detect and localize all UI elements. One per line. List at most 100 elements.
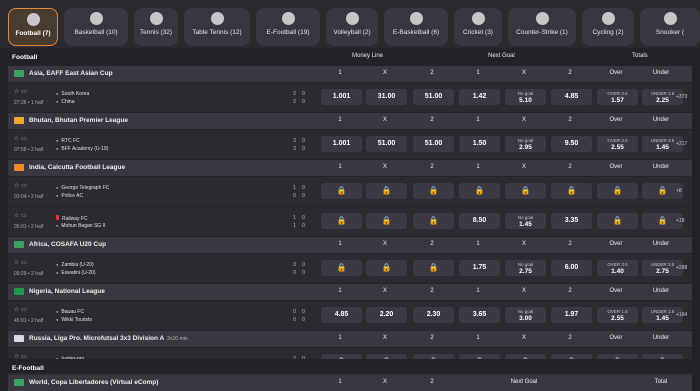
tab-soccer-ball[interactable]: Football (7) — [8, 8, 58, 46]
favorite-icon[interactable]: ☆ ▭ — [14, 212, 27, 219]
basketball-icon — [89, 12, 103, 25]
league-header[interactable]: Asia, EAFF East Asian Cup 1 X 2 1 X 2 Over Under — [8, 66, 692, 82]
column-label: 2 — [430, 379, 434, 385]
odd-button[interactable]: 9.50 — [551, 136, 592, 152]
odd-button[interactable]: OVER 3.5 1.57 — [597, 89, 638, 105]
locked-odd-button: 🔒 — [459, 183, 500, 199]
odd-button[interactable]: No goal 2.75 — [505, 260, 546, 276]
column-label: X — [382, 379, 387, 385]
league-header[interactable]: Nigeria, National League 1 X 2 1 X 2 Over Under — [8, 284, 692, 300]
more-markets-link[interactable]: +8 — [676, 188, 682, 194]
odd-button[interactable]: 1.001 — [321, 89, 362, 105]
match-row[interactable]: ☆ ▭ 09:29 • 2 half Zambia (U-20) Eswatini (… — [8, 254, 692, 283]
odd-button[interactable]: 1.001 — [321, 136, 362, 152]
league-header[interactable]: Bhutan, Bhutan Premier League 1 X 2 1 X 2 Over U… — [8, 113, 692, 129]
column-label: Total — [654, 379, 668, 385]
odd-button[interactable]: 51.00 — [413, 136, 454, 152]
efootball-section — [0, 359, 700, 373]
column-label: Over — [609, 335, 623, 341]
odd-button[interactable]: OVER 3.5 2.55 — [597, 136, 638, 152]
column-label: 1 — [476, 70, 480, 76]
league-name: Nigeria, National League — [29, 288, 105, 295]
favorite-icon[interactable]: ☆ ▭ — [14, 182, 27, 189]
league-header[interactable]: India, Calcutta Football League 1 X 2 1 X 2 Ove… — [8, 160, 692, 176]
odd-button[interactable]: 4.85 — [551, 89, 592, 105]
tab-e-football[interactable]: E-Football (19) — [256, 8, 320, 46]
column-label: 1 — [476, 117, 480, 123]
odd-button[interactable]: No goal 2.95 — [505, 136, 546, 152]
odd-value: 1.97 — [564, 311, 579, 318]
odd-button[interactable]: 6.00 — [551, 260, 592, 276]
score: 30 — [293, 146, 305, 152]
league-header[interactable]: Russia, Liga Pro. Microfutsal 3x3 Divisi… — [8, 331, 692, 347]
more-markets-link[interactable]: +288 — [676, 265, 687, 271]
match-row[interactable]: ☆ ▭ 07:58 • 2 half RTC FC BFF Academy (U-19… — [8, 130, 692, 159]
lock-icon: 🔒 — [566, 186, 577, 195]
odd-button[interactable]: 1.97 — [551, 307, 592, 323]
column-label: Under — [652, 335, 670, 341]
column-label: 2 — [430, 70, 434, 76]
more-markets-link[interactable]: +373 — [676, 94, 687, 100]
odd-button[interactable]: 8.50 — [459, 213, 500, 229]
odd-button[interactable]: 2.30 — [413, 307, 454, 323]
odd-button[interactable]: 31.00 — [366, 89, 407, 105]
tab-table-tennis[interactable]: Table Tennis (12) — [184, 8, 250, 46]
tab-basketball[interactable]: Basketball (10) — [64, 8, 128, 46]
favorite-icon[interactable]: ☆ ▭ — [14, 88, 27, 95]
league-header[interactable]: Africa, COSAFA U20 Cup 1 X 2 1 X 2 Over Under — [8, 237, 692, 253]
league-name: World, Copa Libertadores (Virtual eComp) — [29, 379, 159, 386]
lock-icon: 🔒 — [336, 263, 347, 272]
score: 10 — [293, 215, 305, 221]
table-tennis-icon — [210, 12, 224, 25]
column-label: 1 — [476, 164, 480, 170]
tab-cycling[interactable]: Cycling (2) — [582, 8, 634, 46]
flag-icon — [14, 379, 24, 386]
lock-icon: 🔒 — [336, 186, 347, 195]
odd-button[interactable]: 1.42 — [459, 89, 500, 105]
match-row[interactable]: ☆ ▭ 27:26 • 1 half South Korea China 20 20 1.0… — [8, 83, 692, 112]
odd-button[interactable]: 3.35 — [551, 213, 592, 229]
odd-button[interactable]: No goal 1.45 — [505, 213, 546, 229]
tab-cricket-bat[interactable]: Cricket (3) — [454, 8, 502, 46]
score: 20 — [293, 91, 305, 97]
tab-tennis-ball[interactable]: Tennis (32) — [134, 8, 178, 46]
match-row[interactable]: ☆ ▭ 05:01 • 2 half Railway FCMohun Bagan S… — [8, 207, 692, 236]
more-markets-link[interactable]: +217 — [676, 141, 687, 147]
tab-snooker[interactable]: Snooker ( — [640, 8, 700, 46]
odd-button[interactable]: 51.00 — [366, 136, 407, 152]
favorite-icon[interactable]: ☆ ▭ — [14, 306, 27, 313]
odd-value: 2.20 — [379, 311, 394, 318]
odd-button[interactable]: OVER 3.5 1.40 — [597, 260, 638, 276]
odd-button[interactable]: 2.20 — [366, 307, 407, 323]
more-markets-link[interactable]: +18 — [676, 218, 684, 224]
odd-button[interactable]: No goal 5.10 — [505, 89, 546, 105]
lock-icon: 🔒 — [428, 186, 439, 195]
match-row[interactable]: ☆ ▭ 45:01 • 2 half Bauau FC Wikki Tourists 0… — [8, 301, 692, 330]
favorite-icon[interactable]: ☆ ▭ — [14, 259, 27, 266]
tab-e-basketball[interactable]: E-Basketball (6) — [384, 8, 448, 46]
column-label: Over — [609, 117, 623, 123]
match-row[interactable]: ☆ ▭ 03:04 • 2 half George Telegraph FC Poli… — [8, 177, 692, 206]
tab-counter-strike[interactable]: Counter-Strike (1) — [508, 8, 576, 46]
league-name: Asia, EAFF East Asian Cup — [29, 70, 113, 77]
team-name: Zambia (U-20) — [56, 262, 93, 268]
odd-button[interactable]: 4.85 — [321, 307, 362, 323]
odd-button[interactable]: 1.75 — [459, 260, 500, 276]
more-markets-link[interactable]: +184 — [676, 312, 687, 318]
locked-odd-button: 🔒 — [413, 213, 454, 229]
column-label: 1 — [338, 164, 342, 170]
column-label: Under — [652, 70, 670, 76]
odd-button[interactable]: No goal 3.00 — [505, 307, 546, 323]
column-label: 1 — [476, 335, 480, 341]
e-basketball-icon — [409, 12, 423, 25]
odd-button[interactable]: 51.00 — [413, 89, 454, 105]
odd-button[interactable]: 1.50 — [459, 136, 500, 152]
tab-volleyball[interactable]: Volleyball (2) — [326, 8, 378, 46]
market-header: Money Line Next Goal Totals — [8, 50, 692, 64]
odd-button[interactable]: 3.65 — [459, 307, 500, 323]
team-name: BFF Academy (U-19) — [56, 146, 108, 152]
favorite-icon[interactable]: ☆ ▭ — [14, 135, 27, 142]
locked-odd-button: 🔒 — [321, 260, 362, 276]
odd-button[interactable]: OVER 1.5 2.55 — [597, 307, 638, 323]
flag-icon — [14, 335, 24, 342]
